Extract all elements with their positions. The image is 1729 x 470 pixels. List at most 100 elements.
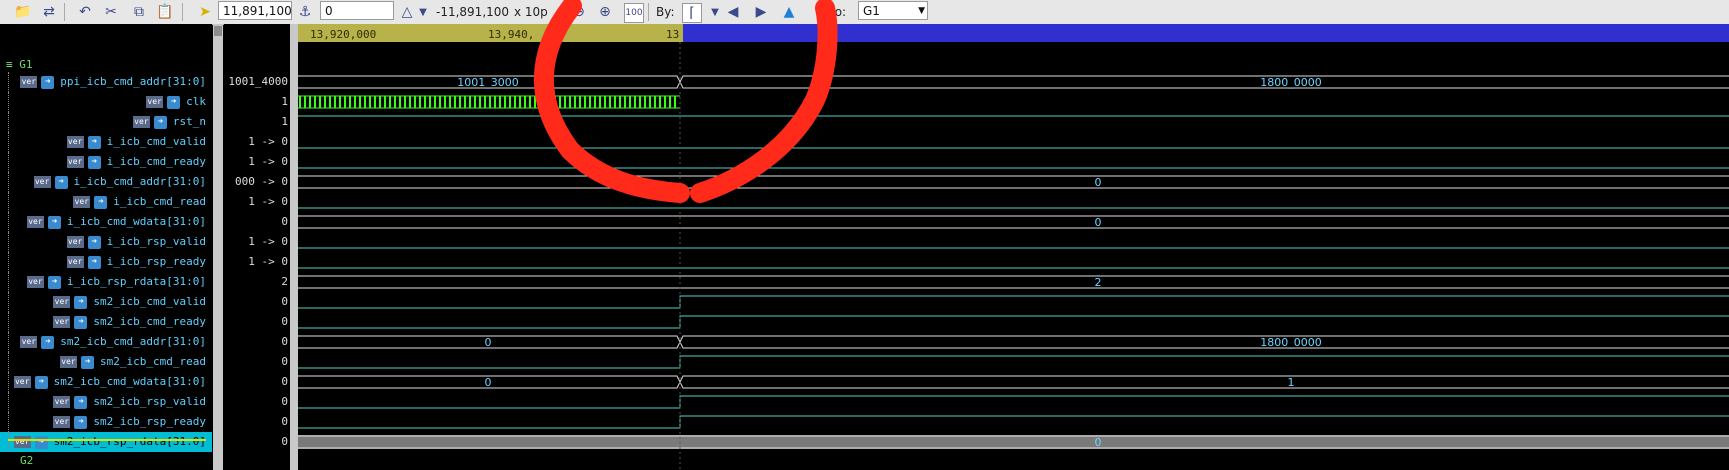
vertical-scrollbar[interactable] <box>213 24 223 470</box>
signal-row[interactable]: ver ➜ sm2_icb_cmd_addr[31:0] <box>0 332 212 352</box>
signal-name[interactable]: ver ➜ sm2_icb_cmd_valid <box>53 292 206 312</box>
signal-row[interactable]: ver ➜ i_icb_cmd_valid <box>0 132 212 152</box>
delta-time-field[interactable]: 0 <box>320 1 394 20</box>
signal-row[interactable]: ver ➜ rst_n <box>0 112 212 132</box>
bus-value-label: 0 <box>485 376 492 389</box>
value-row[interactable]: 0 <box>224 312 290 332</box>
signal-row[interactable]: ver ➜ ppi_icb_cmd_addr[31:0] <box>0 72 212 92</box>
tree-line <box>8 112 13 132</box>
value-row[interactable]: 0 <box>224 432 290 452</box>
value-row[interactable]: 1 <box>224 112 290 132</box>
value-row[interactable]: 1001_4000 <box>224 72 290 92</box>
signal-name[interactable]: ver ➜ sm2_icb_cmd_read <box>60 352 206 372</box>
signal-row[interactable]: ver ➜ i_icb_cmd_ready <box>0 152 212 172</box>
value-row[interactable]: 0 <box>224 332 290 352</box>
group-g2-label[interactable]: G2 <box>20 454 33 467</box>
value-row[interactable]: 000 -> 0 <box>224 172 290 192</box>
signal-row[interactable]: ver ➜ i_icb_cmd_wdata[31:0] <box>0 212 212 232</box>
paste-icon[interactable]: 📋 <box>156 3 174 21</box>
cut-icon[interactable]: ✂ <box>102 3 120 21</box>
signal-name[interactable]: ver ➜ sm2_icb_rsp_valid <box>53 392 206 412</box>
zoom-in-icon[interactable]: ⊕ <box>596 3 614 21</box>
value-row[interactable]: 0 <box>224 392 290 412</box>
copy-icon[interactable]: ⧉ <box>130 3 148 21</box>
waveform-panel[interactable]: 13,920,000 13,940, 13 1001_3000 1800_0000… <box>298 24 1729 470</box>
zoom-100-icon[interactable]: 100 <box>624 3 644 23</box>
signal-name[interactable]: ver ➜ sm2_icb_rsp_ready <box>53 412 206 432</box>
edge-search-icon[interactable]: ⌈ <box>682 3 702 23</box>
waveform-canvas[interactable]: 1001_3000 1800_0000 0 0 2 0 1800_0000 0 1 0 <box>298 24 1729 470</box>
signal-row[interactable]: ver ➜ sm2_icb_rsp_ready <box>0 412 212 432</box>
zoom-out-icon[interactable]: ⊖ <box>570 3 588 21</box>
auto-icon[interactable]: ▲ <box>780 3 798 21</box>
signal-name[interactable]: ver ➜ i_icb_rsp_rdata[31:0] <box>26 272 206 292</box>
verilog-tag-icon: ver <box>20 336 38 348</box>
signal-row[interactable]: ver ➜ i_icb_cmd_addr[31:0] <box>0 172 212 192</box>
clock-wave <box>299 96 676 108</box>
signal-name[interactable]: ver ➜ clk <box>146 92 206 112</box>
open-folder-icon[interactable]: 📁 <box>14 3 32 21</box>
signal-row[interactable]: ver ➜ sm2_icb_cmd_wdata[31:0] <box>0 372 212 392</box>
undo-icon[interactable]: ↶ <box>76 3 94 21</box>
group-select[interactable]: G1 ▼ <box>858 1 928 20</box>
rising-wave <box>298 415 1729 429</box>
signal-name[interactable]: ver ➜ i_icb_rsp_ready <box>66 252 206 272</box>
signal-name[interactable]: ver ➜ i_icb_cmd_valid <box>66 132 206 152</box>
signal-name[interactable]: ver ➜ sm2_icb_cmd_wdata[31:0] <box>13 372 206 392</box>
signal-value: 1 -> 0 <box>248 135 288 148</box>
signal-row[interactable]: ver ➜ i_icb_rsp_rdata[31:0] <box>0 272 212 292</box>
marker-icon[interactable]: ⚓ <box>296 3 314 21</box>
panel-divider[interactable] <box>290 24 298 470</box>
signal-name[interactable]: ver ➜ rst_n <box>132 112 206 132</box>
cursor-icon[interactable]: ➤ <box>196 3 214 21</box>
value-row[interactable]: 0 <box>224 352 290 372</box>
signal-name[interactable]: ver ➜ sm2_icb_rsp_rdata[31:0] <box>13 432 206 452</box>
signal-row[interactable]: ver ➜ sm2_icb_rsp_rdata[31:0] <box>0 432 212 452</box>
value-row[interactable]: 1 -> 0 <box>224 192 290 212</box>
delta-dropdown-icon[interactable]: ▼ <box>414 3 432 21</box>
verilog-tag-icon: ver <box>53 396 71 408</box>
signal-value: 1 -> 0 <box>248 235 288 248</box>
signal-row[interactable]: ver ➜ clk <box>0 92 212 112</box>
value-row[interactable]: 1 -> 0 <box>224 232 290 252</box>
verilog-tag-icon: ver <box>60 356 78 368</box>
search-type-dropdown-icon[interactable]: ▼ <box>706 3 724 21</box>
signal-row[interactable]: ver ➜ sm2_icb_rsp_valid <box>0 392 212 412</box>
signal-name[interactable]: ver ➜ i_icb_cmd_addr[31:0] <box>33 172 206 192</box>
signal-row[interactable]: ver ➜ i_icb_rsp_ready <box>0 252 212 272</box>
signal-name[interactable]: ver ➜ ppi_icb_cmd_addr[31:0] <box>20 72 206 92</box>
signal-row[interactable]: ver ➜ sm2_icb_cmd_read <box>0 352 212 372</box>
group-g1-label[interactable]: ≡ G1 <box>6 58 33 71</box>
value-row[interactable]: 0 <box>224 292 290 312</box>
cursor-time-field[interactable]: 11,891,100 <box>218 1 292 20</box>
value-row[interactable]: 1 -> 0 <box>224 132 290 152</box>
signal-name-text: sm2_icb_rsp_rdata[31:0] <box>53 435 206 448</box>
signal-name[interactable]: ver ➜ sm2_icb_cmd_addr[31:0] <box>20 332 206 352</box>
port-direction-icon: ➜ <box>34 375 48 389</box>
search-next-icon[interactable]: ▶ <box>752 3 770 21</box>
signal-name[interactable]: ver ➜ sm2_icb_cmd_ready <box>53 312 206 332</box>
signal-name[interactable]: ver ➜ i_icb_cmd_read <box>73 192 206 212</box>
signal-value: 1001_4000 <box>228 75 288 88</box>
reload-icon[interactable]: ⇄ <box>40 3 58 21</box>
value-row[interactable]: 1 -> 0 <box>224 152 290 172</box>
port-direction-icon: ➜ <box>74 315 88 329</box>
value-row[interactable]: 1 <box>224 92 290 112</box>
signal-row[interactable]: ver ➜ i_icb_rsp_valid <box>0 232 212 252</box>
value-row[interactable]: 1 -> 0 <box>224 252 290 272</box>
value-row[interactable]: 0 <box>224 372 290 392</box>
signal-name[interactable]: ver ➜ i_icb_cmd_wdata[31:0] <box>26 212 206 232</box>
signal-name[interactable]: ver ➜ i_icb_rsp_valid <box>66 232 206 252</box>
signal-name[interactable]: ver ➜ i_icb_cmd_ready <box>66 152 206 172</box>
signal-value: 1 -> 0 <box>248 155 288 168</box>
signal-row[interactable]: ver ➜ i_icb_cmd_read <box>0 192 212 212</box>
value-row[interactable]: 0 <box>224 412 290 432</box>
signal-row[interactable]: ver ➜ sm2_icb_cmd_valid <box>0 292 212 312</box>
value-row[interactable]: 0 <box>224 212 290 232</box>
scroll-thumb[interactable] <box>214 26 222 36</box>
signal-row[interactable]: ver ➜ sm2_icb_cmd_ready <box>0 312 212 332</box>
signal-name-text: i_icb_rsp_rdata[31:0] <box>66 275 206 288</box>
port-direction-icon: ➜ <box>94 195 108 209</box>
value-row[interactable]: 2 <box>224 272 290 292</box>
search-prev-icon[interactable]: ◀ <box>724 3 742 21</box>
